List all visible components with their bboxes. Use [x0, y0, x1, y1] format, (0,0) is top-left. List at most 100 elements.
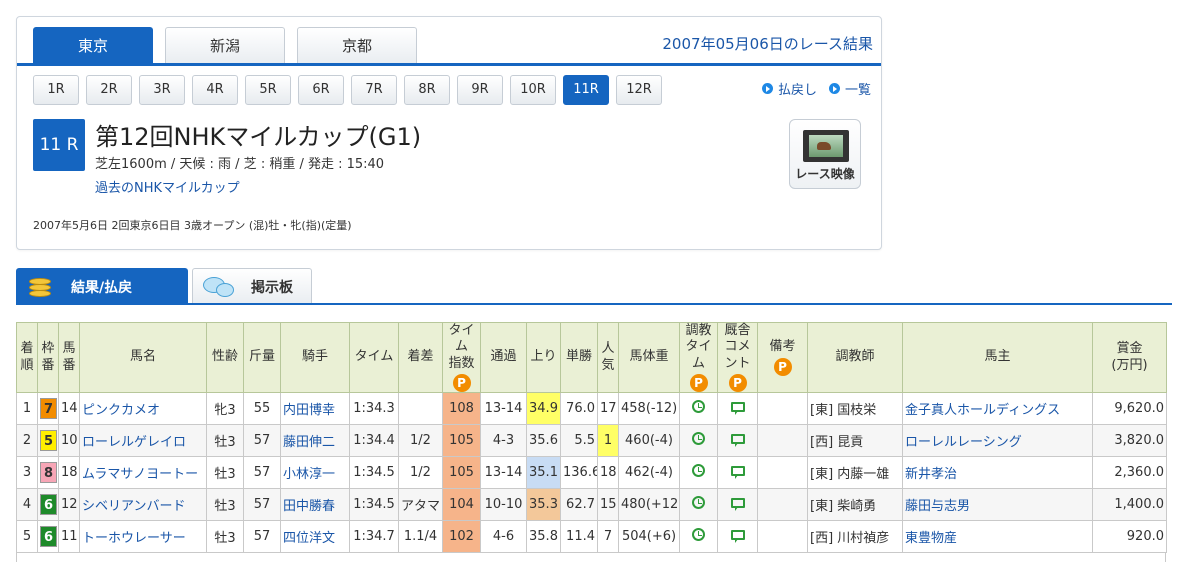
sex-age: 牡3: [206, 424, 244, 457]
column-header-label: 馬体重: [629, 349, 669, 365]
owner-link[interactable]: 金子真人ホールディングス: [905, 403, 1060, 418]
clock-icon[interactable]: [692, 432, 705, 445]
race-tab-1r[interactable]: 1R: [33, 75, 79, 105]
tab-niigata[interactable]: 新潟: [165, 27, 285, 63]
finish-time: 1:34.4: [349, 424, 399, 457]
stable-comment: [717, 488, 758, 521]
race-conditions: 芝左1600m / 天候 : 雨 / 芝 : 稍重 / 発走 : 15:40: [95, 157, 385, 172]
race-video-button[interactable]: レース映像: [789, 119, 861, 189]
race-tab-5r[interactable]: 5R: [245, 75, 291, 105]
race-tab-7r[interactable]: 7R: [351, 75, 397, 105]
win-odds: 136.6: [560, 456, 598, 489]
jockey: 小林淳一: [280, 456, 350, 489]
owner-link[interactable]: 新井孝治: [905, 467, 957, 482]
premium-p-icon: P: [773, 357, 792, 376]
column-header-label: 馬 番: [62, 341, 76, 373]
comment-icon[interactable]: [730, 466, 745, 479]
owner-link[interactable]: 藤田与志男: [905, 499, 970, 514]
race-tab-4r[interactable]: 4R: [192, 75, 238, 105]
race-tab-9r[interactable]: 9R: [457, 75, 503, 105]
arrow-circle-icon: [828, 83, 840, 94]
prize-money: 9,620.0: [1092, 392, 1167, 425]
waku-number: 6: [37, 488, 59, 521]
past-races-link[interactable]: 過去のNHKマイルカップ: [95, 177, 240, 196]
clock-icon[interactable]: [692, 496, 705, 509]
jockey-link[interactable]: 小林淳一: [283, 467, 335, 482]
clock-icon[interactable]: [692, 400, 705, 413]
trainer: [東] 柴崎勇: [807, 488, 903, 521]
film-icon: [803, 130, 849, 162]
margin: [398, 392, 443, 425]
comment-icon[interactable]: [730, 434, 745, 447]
venue-tabs: 東京 新潟 京都: [33, 27, 417, 63]
race-tab-3r[interactable]: 3R: [139, 75, 185, 105]
section-tabs: 結果/払戻 掲示板: [16, 268, 312, 304]
finish-time: 1:34.7: [349, 520, 399, 553]
horse-name-link[interactable]: ピンクカメオ: [82, 403, 160, 418]
horse-name-link[interactable]: ローレルゲレイロ: [82, 435, 186, 450]
comment-icon[interactable]: [730, 402, 745, 415]
body-weight: 460(-4): [618, 424, 680, 457]
result-date: 2007年05月06日のレース結果: [662, 35, 873, 53]
clock-icon[interactable]: [692, 528, 705, 541]
comment-icon[interactable]: [730, 498, 745, 511]
horse-name-link[interactable]: トーホウレーサー: [82, 531, 186, 546]
list-link[interactable]: 一覧: [828, 79, 871, 98]
owner-link[interactable]: ローレルレーシング: [905, 435, 1022, 450]
race-tab-8r[interactable]: 8R: [404, 75, 450, 105]
jockey-link[interactable]: 内田博幸: [283, 403, 335, 418]
column-header-label: 騎手: [301, 349, 328, 365]
time-index: 102: [442, 520, 481, 553]
jockey-link[interactable]: 藤田伸二: [283, 435, 335, 450]
training-time: [679, 392, 718, 425]
horse-name-link[interactable]: シベリアンバード: [82, 499, 185, 514]
win-odds: 62.7: [560, 488, 598, 521]
clock-icon[interactable]: [692, 464, 705, 477]
body-weight: 480(+12): [618, 488, 680, 521]
owner: 藤田与志男: [902, 488, 1093, 521]
horse-name-link[interactable]: ムラマサノヨートー: [82, 467, 198, 482]
waku-badge: 5: [40, 430, 57, 451]
stable-comment: [717, 520, 758, 553]
passing-order: 4-3: [480, 424, 527, 457]
waku-number: 6: [37, 520, 59, 553]
table-header-row: 着 順枠 番馬 番 馬名 性齢 斤量 騎手 タイム 着差 タイム 指数 P 通過 上り 単勝人 気馬体…: [16, 322, 1167, 393]
race-tab-11r[interactable]: 11R: [563, 75, 609, 105]
passing-order: 10-10: [480, 488, 527, 521]
jockey-link[interactable]: 四位洋文: [283, 531, 335, 546]
column-header-label: 馬主: [984, 349, 1011, 365]
margin: 1/2: [398, 456, 443, 489]
sex-age: 牝3: [206, 392, 244, 425]
remarks: [757, 488, 808, 521]
column-header: 人 気: [597, 322, 619, 393]
owner-link[interactable]: 東豊物産: [905, 531, 957, 546]
jockey-link[interactable]: 田中勝春: [283, 499, 335, 514]
column-header: 調教師: [807, 322, 903, 393]
horse-number: 12: [58, 488, 80, 521]
stable-comment: [717, 392, 758, 425]
win-odds: 5.5: [560, 424, 598, 457]
tab-tokyo[interactable]: 東京: [33, 27, 153, 63]
payout-link[interactable]: 払戻し: [761, 79, 817, 98]
training-time: [679, 488, 718, 521]
body-weight: 462(-4): [618, 456, 680, 489]
jockey: 四位洋文: [280, 520, 350, 553]
table-row: 1 7 14 ピンクカメオ 牝3 55 内田博幸 1:34.3 108 13-14 34.9 76.0…: [16, 392, 1167, 425]
trainer: [東] 内藤一雄: [807, 456, 903, 489]
tab-results-payout[interactable]: 結果/払戻: [16, 268, 188, 304]
race-tab-6r[interactable]: 6R: [298, 75, 344, 105]
table-row: 3 8 18 ムラマサノヨートー 牡3 57 小林淳一 1:34.5 1/2 105 13-14 35…: [16, 456, 1167, 489]
column-header-label: 人 気: [601, 341, 615, 373]
column-header-label: 賞金 (万円): [1111, 341, 1148, 373]
tab-kyoto[interactable]: 京都: [297, 27, 417, 63]
column-header-label: 枠 番: [41, 341, 55, 373]
race-tab-10r[interactable]: 10R: [510, 75, 556, 105]
tab-message-board[interactable]: 掲示板: [192, 268, 312, 304]
column-header: 馬名: [79, 322, 207, 393]
race-tab-12r[interactable]: 12R: [616, 75, 662, 105]
time-index: 104: [442, 488, 481, 521]
race-info: 2007年5月6日 2回東京6日目 3歳オープン (混)牡・牝(指)(定量): [33, 219, 352, 232]
table-row: 4 6 12 シベリアンバード 牡3 57 田中勝春 1:34.5 アタマ 104 10-10 35.…: [16, 488, 1167, 521]
comment-icon[interactable]: [730, 530, 745, 543]
race-tab-2r[interactable]: 2R: [86, 75, 132, 105]
